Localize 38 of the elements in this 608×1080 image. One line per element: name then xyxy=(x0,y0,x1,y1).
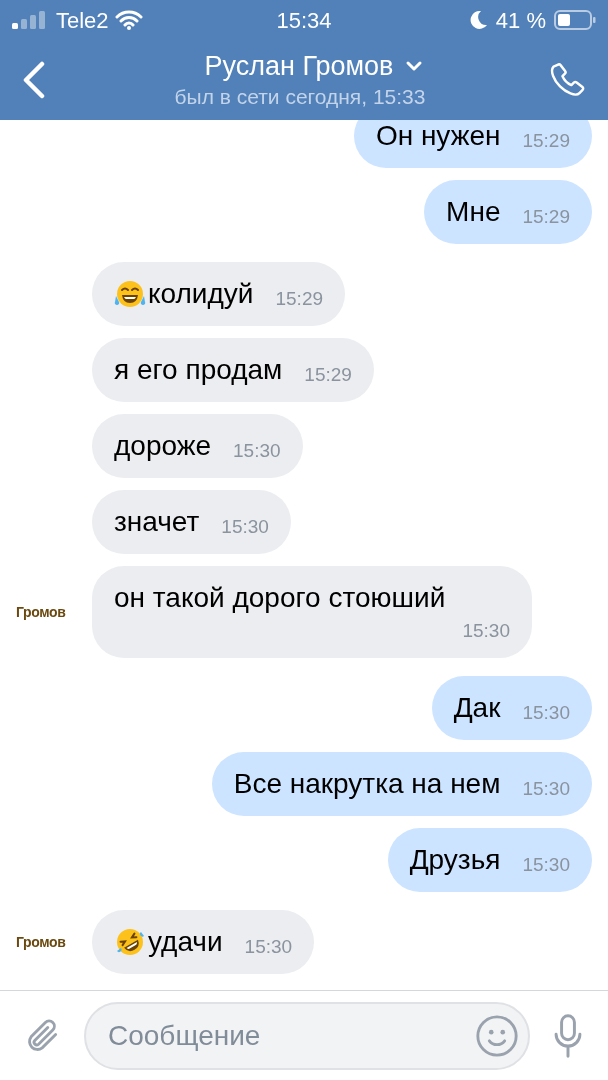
message-time: 15:29 xyxy=(303,363,352,387)
message-text: значет xyxy=(114,505,200,539)
message-text: колидуй xyxy=(148,277,254,311)
status-time: 15:34 xyxy=(276,7,332,33)
message-text: удачи xyxy=(148,925,223,959)
sender-label: Громов xyxy=(16,602,66,622)
wifi-icon xyxy=(114,10,143,30)
battery-icon xyxy=(554,10,596,30)
message-time: 15:30 xyxy=(232,439,281,463)
contact-name[interactable]: Руслан Громов xyxy=(204,49,394,83)
sender-label: Громов xyxy=(16,932,66,952)
message-text: Он нужен xyxy=(375,120,501,153)
message-time: 15:30 xyxy=(521,701,570,725)
message-input-field[interactable]: Сообщение xyxy=(84,1001,530,1070)
microphone-icon[interactable] xyxy=(553,1013,583,1058)
carrier-name: Tele2 xyxy=(56,6,109,35)
rolling-laughing-emoji-icon xyxy=(114,926,146,958)
message-text: Мне xyxy=(446,195,501,229)
message-text: Дак xyxy=(453,691,501,725)
emoji-icon[interactable] xyxy=(474,1012,520,1059)
message-time: 15:30 xyxy=(521,777,570,801)
back-chevron-icon[interactable] xyxy=(22,61,46,99)
message-time: 15:30 xyxy=(461,619,510,643)
message-text: он такой дорого стоюший xyxy=(114,581,446,615)
last-seen-status: был в сети сегодня, 15:33 xyxy=(174,84,426,110)
message-text: дороже xyxy=(114,429,212,463)
message-text: Все накрутка на нем xyxy=(233,767,501,801)
message-text: я его продам xyxy=(114,353,283,387)
message-time: 15:30 xyxy=(521,853,570,877)
battery-percent: 41 % xyxy=(495,6,546,35)
message-time: 15:30 xyxy=(220,515,269,539)
message-time: 15:29 xyxy=(521,129,570,153)
message-time: 15:29 xyxy=(521,205,570,229)
message-time: 15:30 xyxy=(243,935,293,959)
chevron-down-icon[interactable] xyxy=(405,60,424,72)
laughing-emoji-icon xyxy=(114,278,146,310)
message-text: Друзья xyxy=(409,843,501,877)
message-time: 15:29 xyxy=(274,287,324,311)
